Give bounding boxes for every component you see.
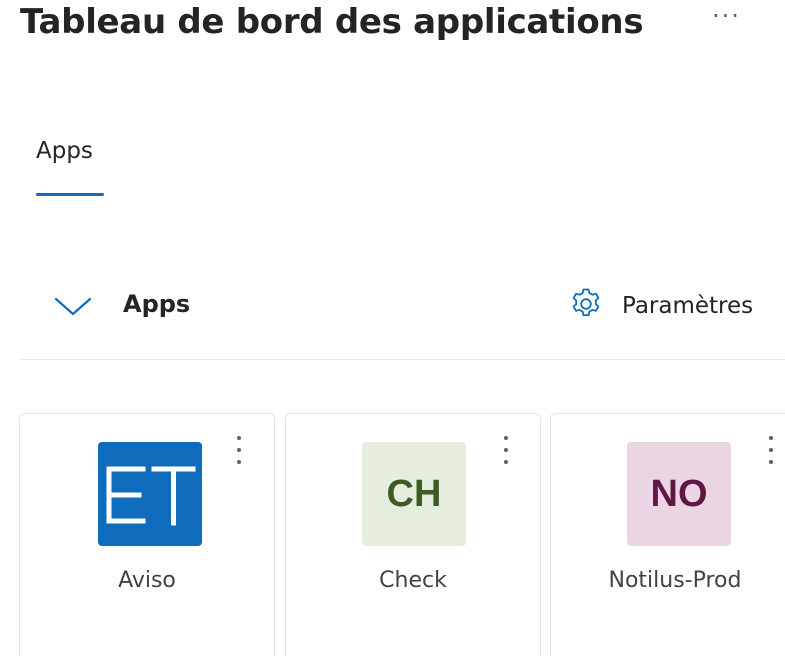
- app-card-aviso[interactable]: ET Aviso: [19, 413, 275, 656]
- app-name: Notilus-Prod: [608, 568, 742, 593]
- more-vertical-icon[interactable]: [500, 434, 512, 466]
- settings-button[interactable]: Paramètres: [568, 288, 753, 324]
- app-name: Aviso: [118, 568, 176, 593]
- tab-active-indicator: [36, 193, 104, 196]
- more-vertical-icon[interactable]: [765, 434, 777, 466]
- app-tile-check: CH: [362, 442, 466, 546]
- app-card-check[interactable]: CH Check: [285, 413, 541, 656]
- page-title: Tableau de bord des applications: [20, 2, 644, 42]
- app-name: Check: [379, 568, 447, 593]
- section-title: Apps: [123, 290, 191, 318]
- app-initials: NO: [650, 472, 708, 515]
- gear-icon: [568, 286, 604, 326]
- tab-apps[interactable]: Apps: [36, 138, 93, 164]
- app-tile-aviso: ET: [98, 442, 202, 546]
- app-initials: ET: [101, 459, 196, 526]
- app-card-notilus-prod[interactable]: NO Notilus-Prod: [550, 413, 785, 656]
- apps-section-header: Apps Paramètres: [20, 282, 785, 360]
- svg-text:ET: ET: [101, 459, 103, 460]
- chevron-down-icon[interactable]: [53, 290, 93, 320]
- app-tile-notilus-prod: NO: [627, 442, 731, 546]
- settings-label: Paramètres: [622, 293, 754, 319]
- more-options-icon[interactable]: ···: [712, 4, 741, 28]
- app-initials: CH: [386, 472, 442, 515]
- app-dashboard-page: Tableau de bord des applications ··· App…: [0, 0, 785, 656]
- more-vertical-icon[interactable]: [233, 434, 245, 466]
